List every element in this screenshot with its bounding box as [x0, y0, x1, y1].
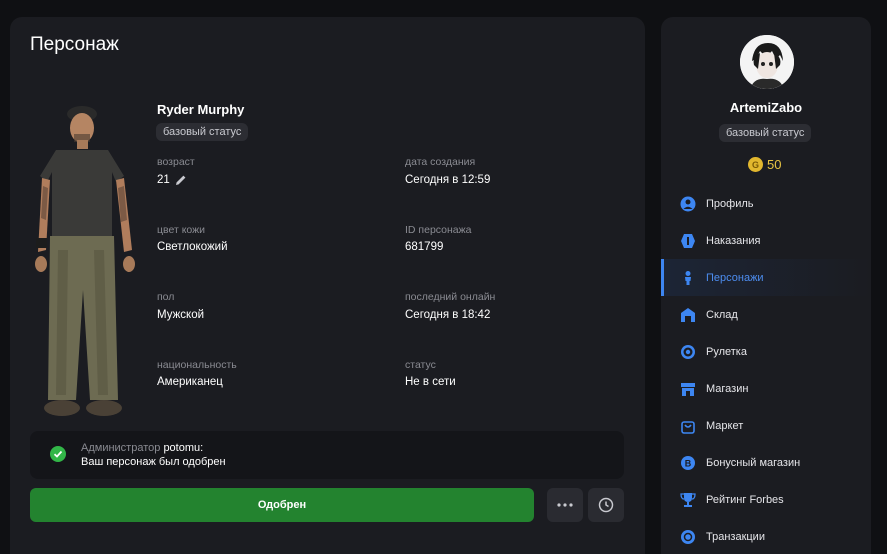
notice-author: Администратор potomu: [81, 442, 203, 454]
more-button[interactable] [547, 488, 583, 522]
warehouse-icon [680, 307, 696, 323]
person-icon [680, 270, 696, 286]
gender-label: пол [157, 291, 175, 303]
character-id-label: ID персонажа [405, 224, 472, 236]
transactions-icon [680, 529, 696, 545]
user-name: ArtemiZabo [729, 100, 803, 115]
roulette-icon [680, 344, 696, 360]
store-icon [680, 381, 696, 397]
notice-prefix: Администратор [81, 442, 161, 454]
history-button[interactable] [588, 488, 624, 522]
notice-colon: : [200, 442, 204, 454]
nav-label: Профиль [706, 197, 754, 210]
nav-item-bonus-store[interactable]: B Бонусный магазин [661, 444, 871, 481]
coin-balance: G 50 [748, 157, 781, 172]
skin-label: цвет кожи [157, 224, 206, 236]
nav-label: Бонусный магазин [706, 456, 801, 469]
nav-label: Транзакции [706, 530, 765, 543]
nav-label: Рулетка [706, 345, 747, 358]
nationality-value: Американец [157, 376, 223, 388]
user-avatar[interactable] [740, 35, 794, 89]
nationality-label: национальность [157, 359, 237, 371]
coin-icon: G [748, 157, 763, 172]
punishment-icon [680, 233, 696, 249]
nav-item-profile[interactable]: Профиль [661, 185, 871, 222]
character-skin-image [35, 106, 135, 416]
approved-button[interactable]: Одобрен [30, 488, 534, 522]
gender-value: Мужской [157, 309, 205, 321]
age-label: возраст [157, 156, 195, 168]
nav-label: Рейтинг Forbes [706, 493, 784, 506]
clock-icon [598, 497, 614, 513]
age-value: 21 [157, 174, 187, 186]
shopping-bag-icon [680, 418, 696, 434]
check-icon [50, 446, 66, 462]
nav-item-characters[interactable]: Персонажи [661, 259, 871, 296]
bonus-icon: B [680, 455, 696, 471]
nav-label: Персонажи [706, 271, 764, 284]
nav-item-roulette[interactable]: Рулетка [661, 333, 871, 370]
more-dots-icon [557, 503, 573, 507]
last-online-label: последний онлайн [405, 291, 496, 303]
pencil-icon[interactable] [175, 174, 187, 186]
character-id-value: 681799 [405, 241, 444, 253]
character-status-badge: базовый статус [156, 123, 249, 141]
age-text: 21 [157, 174, 170, 186]
nav-item-store[interactable]: Магазин [661, 370, 871, 407]
admin-notice: Администратор potomu: Ваш персонаж был о… [30, 431, 624, 479]
status-label: статус [405, 359, 436, 371]
status-value: Не в сети [405, 376, 456, 388]
nav-label: Магазин [706, 382, 749, 395]
nav-item-warehouse[interactable]: Склад [661, 296, 871, 333]
nav-label: Наказания [706, 234, 761, 247]
nav-item-market[interactable]: Маркет [661, 407, 871, 444]
notice-message: Ваш персонаж был одобрен [81, 456, 226, 468]
user-circle-icon [680, 196, 696, 212]
nav-item-forbes-rating[interactable]: Рейтинг Forbes [661, 481, 871, 518]
nav-label: Склад [706, 308, 738, 321]
nav-item-punishments[interactable]: Наказания [661, 222, 871, 259]
nav-label: Маркет [706, 419, 744, 432]
nav-item-transactions[interactable]: Транзакции [661, 518, 871, 554]
notice-admin-name: potomu [163, 442, 201, 454]
page-title: Персонаж [30, 34, 119, 55]
svg-text:B: B [685, 458, 692, 468]
created-value: Сегодня в 12:59 [405, 174, 491, 186]
trophy-icon [680, 492, 696, 508]
created-label: дата создания [405, 156, 476, 168]
character-name: Ryder Murphy [157, 102, 245, 117]
skin-value: Светлокожий [157, 241, 228, 253]
last-online-value: Сегодня в 18:42 [405, 309, 491, 321]
coin-amount: 50 [767, 157, 782, 172]
user-status-badge: базовый статус [719, 124, 812, 142]
